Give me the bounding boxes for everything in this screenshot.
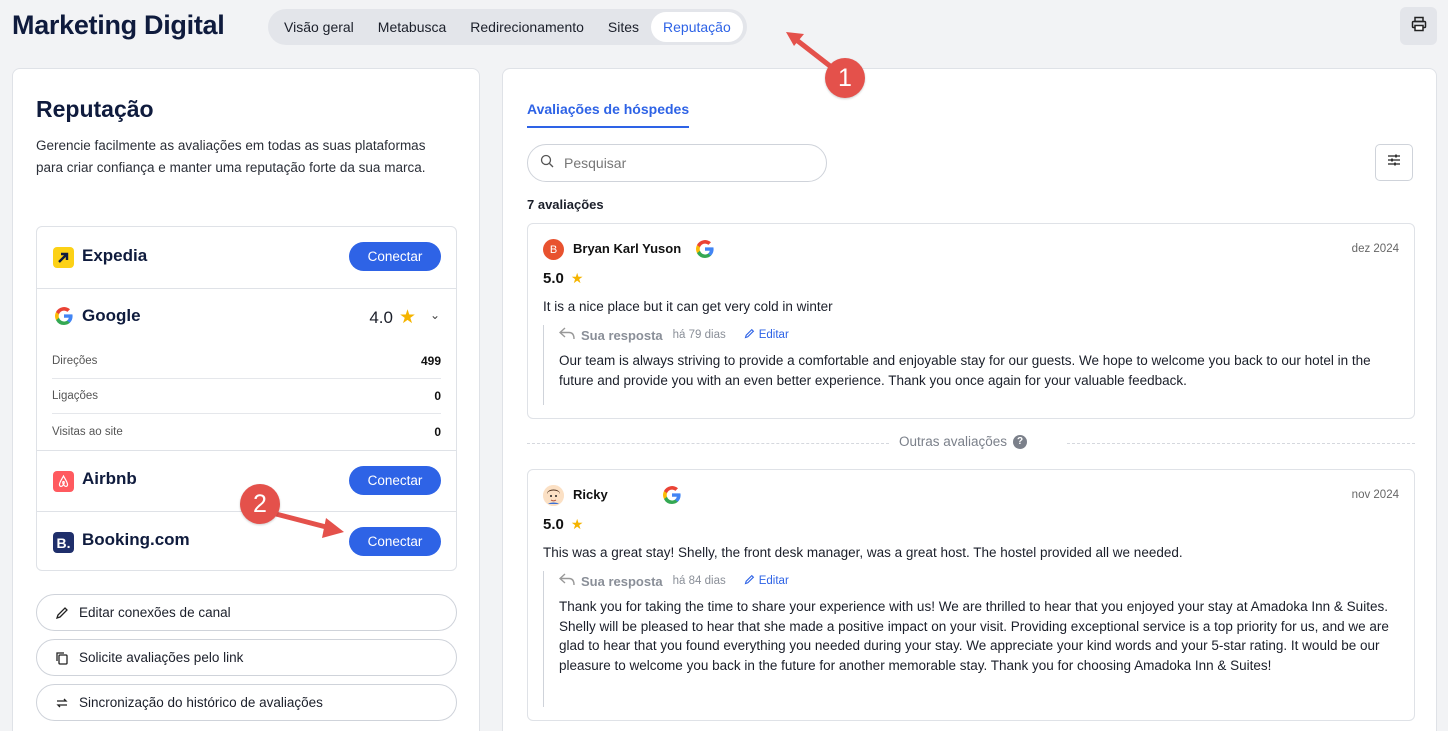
connect-expedia-button[interactable]: Conectar	[349, 242, 441, 271]
reply-arrow-icon	[558, 327, 575, 343]
review-score: 5.0 ★	[543, 270, 583, 287]
search-icon	[540, 154, 554, 173]
google-rating-value: 4.0	[369, 307, 393, 327]
sync-history-label: Sincronização do histórico de avaliações	[79, 695, 323, 710]
edit-reply-link[interactable]: Editar	[744, 574, 789, 588]
reply-text: Our team is always striving to provide a…	[559, 353, 1371, 388]
app-title: Marketing Digital	[12, 10, 225, 40]
channel-expedia: Expedia Conectar	[37, 227, 456, 288]
metric-label: Visitas ao site	[52, 425, 123, 438]
booking-logo-icon: B.	[53, 532, 74, 553]
edit-connections-label: Editar conexões de canal	[79, 605, 231, 620]
channel-name: Airbnb	[82, 469, 137, 488]
annotation-badge-2: 2	[240, 484, 280, 524]
sync-history-button[interactable]: Sincronização do histórico de avaliações	[36, 684, 457, 721]
reply-time: há 84 dias	[672, 575, 726, 587]
edit-label: Editar	[758, 329, 789, 341]
search-input[interactable]	[564, 155, 804, 171]
channel-google: Google 4.0 ★ ⌄ Direções 499 Ligações 0 V…	[37, 288, 456, 450]
chevron-down-icon[interactable]: ⌄	[430, 308, 440, 322]
reply-time: há 79 dias	[672, 329, 726, 341]
tab-guest-reviews[interactable]: Avaliações de hóspedes	[527, 101, 690, 128]
metric-label: Direções	[52, 355, 98, 367]
pencil-icon	[55, 606, 69, 620]
google-rating: 4.0 ★	[369, 306, 416, 329]
channel-booking: B. Booking.com Conectar	[37, 511, 456, 570]
reply-text: Thank you for taking the time to share y…	[559, 599, 1389, 673]
reply-label: Sua resposta	[581, 573, 663, 589]
connect-airbnb-button[interactable]: Conectar	[349, 466, 441, 495]
google-logo-icon	[662, 485, 682, 510]
search-box	[527, 144, 827, 182]
reviews-panel: Avaliações de hóspedes 7 avaliações B Br…	[502, 68, 1437, 731]
review-reply: Sua resposta há 84 dias Editar Thank you…	[543, 571, 1393, 707]
review-reply: Sua resposta há 79 dias Editar Our team …	[543, 325, 1393, 405]
channel-name: Google	[82, 306, 141, 325]
avatar	[543, 485, 564, 506]
channel-name: Expedia	[82, 246, 148, 265]
top-tabs: Visão geral Metabusca Redirecionamento S…	[268, 9, 747, 45]
google-logo-icon	[53, 305, 74, 326]
other-reviews-label: Outras avaliações	[899, 434, 1008, 449]
metric-row: Visitas ao site 0	[52, 414, 441, 449]
sync-icon	[55, 696, 69, 710]
review-author: Ricky	[573, 487, 608, 502]
annotation-arrow-2	[273, 511, 344, 538]
help-icon[interactable]: ?	[1013, 434, 1028, 449]
connect-booking-button[interactable]: Conectar	[349, 527, 441, 556]
tab-sites[interactable]: Sites	[596, 12, 651, 42]
print-button[interactable]	[1400, 7, 1437, 45]
review-date: dez 2024	[1351, 243, 1399, 255]
request-reviews-button[interactable]: Solicite avaliações pelo link	[36, 639, 457, 676]
review-date: nov 2024	[1351, 489, 1399, 501]
copy-icon	[55, 651, 69, 665]
review-text: It is a nice place but it can get very c…	[543, 299, 833, 314]
review-author: Bryan Karl Yuson	[573, 241, 682, 256]
star-icon: ★	[570, 516, 584, 532]
reputation-title: Reputação	[36, 96, 154, 122]
sliders-icon	[1387, 153, 1401, 172]
google-logo-icon	[695, 239, 715, 264]
tab-metabusca[interactable]: Metabusca	[366, 12, 458, 42]
airbnb-logo-icon	[53, 471, 74, 492]
filter-button[interactable]	[1375, 144, 1413, 181]
score-value: 5.0	[543, 516, 564, 533]
other-reviews-divider: Outras avaliações ?	[527, 433, 1415, 453]
reputation-panel: Reputação Gerencie facilmente as avaliaç…	[12, 68, 480, 731]
reply-label: Sua resposta	[581, 327, 663, 343]
reply-arrow-icon	[558, 573, 575, 589]
edit-reply-link[interactable]: Editar	[744, 328, 789, 342]
metric-label: Ligações	[52, 390, 99, 402]
pencil-icon	[744, 328, 755, 342]
tab-reputacao[interactable]: Reputação	[651, 12, 743, 42]
tab-redirecionamento[interactable]: Redirecionamento	[458, 12, 596, 42]
edit-connections-button[interactable]: Editar conexões de canal	[36, 594, 457, 631]
review-score: 5.0 ★	[543, 516, 583, 533]
metric-value: 0	[434, 389, 441, 403]
review-text: This was a great stay! Shelly, the front…	[543, 545, 1183, 560]
review-card: B Bryan Karl Yuson dez 2024 5.0 ★ It is …	[527, 223, 1415, 419]
printer-icon	[1411, 16, 1427, 37]
metric-row: Direções 499	[52, 344, 441, 379]
review-count: 7 avaliações	[527, 197, 604, 212]
annotation-badge-1: 1	[825, 58, 865, 98]
edit-label: Editar	[758, 575, 789, 587]
request-reviews-label: Solicite avaliações pelo link	[79, 650, 244, 665]
tab-visao-geral[interactable]: Visão geral	[272, 12, 366, 42]
star-icon: ★	[570, 270, 584, 286]
pencil-icon	[744, 574, 755, 588]
avatar: B	[543, 239, 564, 260]
metric-value: 0	[434, 424, 441, 439]
expedia-logo-icon	[53, 247, 74, 268]
channel-name: Booking.com	[82, 530, 190, 549]
metric-row: Ligações 0	[52, 379, 441, 414]
metric-value: 499	[420, 354, 441, 368]
reputation-description: Gerencie facilmente as avaliações em tod…	[36, 138, 426, 175]
review-card: Ricky nov 2024 5.0 ★ This was a great st…	[527, 469, 1415, 721]
star-icon: ★	[398, 307, 416, 328]
other-reviews-label-wrap: Outras avaliações ?	[899, 434, 1028, 449]
score-value: 5.0	[543, 270, 564, 287]
